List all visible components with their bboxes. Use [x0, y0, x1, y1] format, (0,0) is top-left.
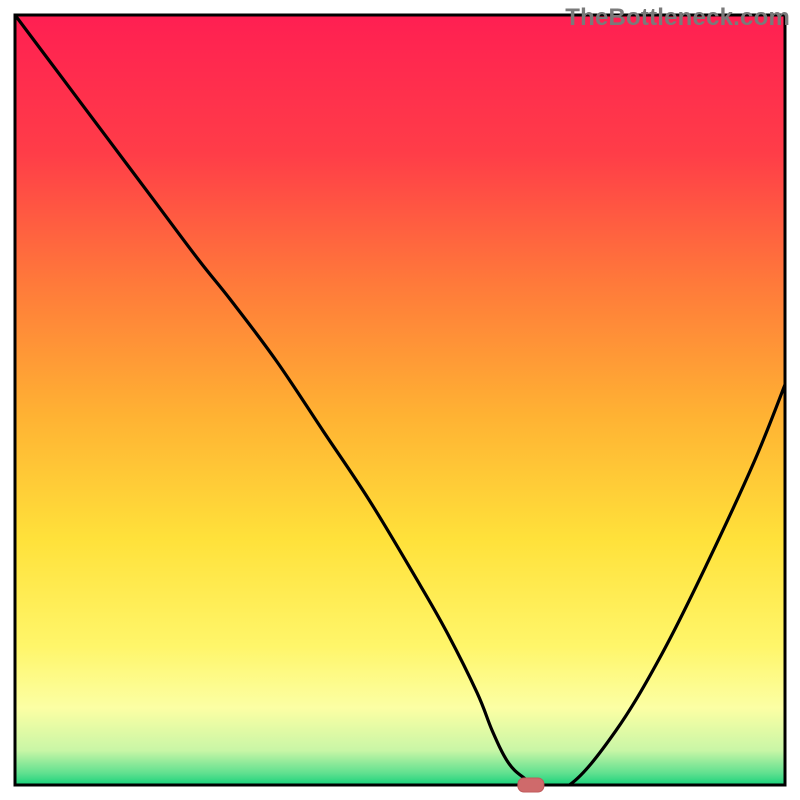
- gradient-background: [15, 15, 785, 785]
- watermark-label: TheBottleneck.com: [565, 4, 790, 32]
- optimal-point-marker: [518, 778, 544, 792]
- chart-stage: TheBottleneck.com: [0, 0, 800, 800]
- bottleneck-chart: [0, 0, 800, 800]
